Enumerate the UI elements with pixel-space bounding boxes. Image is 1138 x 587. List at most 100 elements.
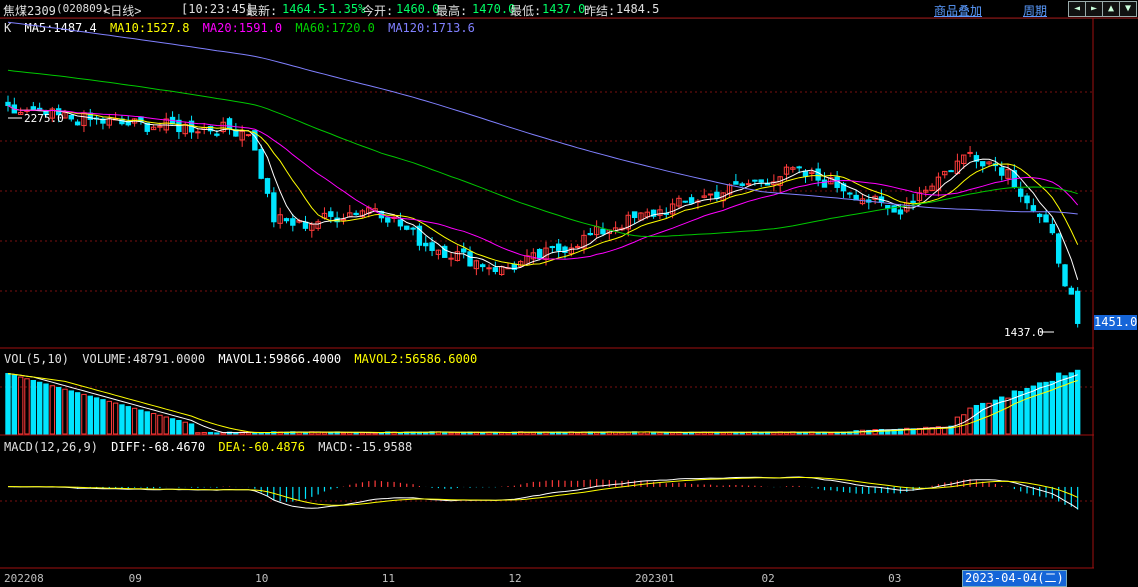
mavol1-line (7, 373, 1078, 434)
ma5-line (7, 105, 1079, 280)
volume-bar (207, 431, 214, 435)
candle (866, 199, 872, 203)
candle (695, 200, 701, 203)
volume-bar (74, 392, 81, 435)
candle (524, 255, 530, 266)
prev-settle-value: 1484.5 (616, 2, 660, 16)
cursor-date-label: 2023-04-04(二) (962, 570, 1067, 587)
candle (967, 151, 973, 154)
volume-bar (1024, 387, 1030, 435)
volume-bar (366, 431, 372, 435)
volume-bar (612, 431, 619, 435)
volume-bar (372, 432, 378, 435)
volume-bar (271, 431, 277, 435)
volume-bar (587, 431, 594, 435)
volume-bar (11, 374, 18, 435)
quote-header: 焦煤2309 (020809) <日线> [10:23:45] 最新: 1464… (0, 0, 1138, 19)
volume-bar (714, 431, 720, 435)
volume-bar (264, 432, 271, 435)
volume-bar (321, 431, 328, 435)
dea-line (8, 477, 1078, 506)
volume-bar (1005, 397, 1011, 435)
kline-chart[interactable]: 20220809101112202301020304 2275.0 1437.0 (0, 0, 1138, 586)
volume-bar (416, 431, 423, 435)
volume-bar (49, 385, 56, 435)
candle (663, 212, 669, 215)
candle (916, 192, 923, 202)
candle (397, 219, 404, 227)
volume-bar (929, 427, 935, 435)
macd-pane (7, 476, 1079, 510)
volume-bar (233, 432, 239, 435)
volume-bar (593, 431, 600, 435)
candle (157, 125, 163, 128)
price-pane (5, 21, 1081, 333)
candle (980, 161, 986, 167)
candle (758, 179, 764, 183)
volume-bar (43, 383, 49, 435)
volume-bar (391, 431, 397, 435)
candle (834, 176, 840, 188)
period-label[interactable]: <日线> (103, 2, 141, 19)
candle (606, 229, 612, 235)
candle (910, 200, 916, 203)
nav-up-icon[interactable]: ▲ (1102, 1, 1120, 17)
volume-bar (277, 431, 283, 435)
candle (847, 192, 853, 195)
volume-bar (967, 407, 973, 435)
volume-bar (796, 431, 802, 435)
volume-bar (290, 431, 296, 435)
volume-bar (435, 431, 442, 435)
legend-ma60: MA60:1720.0 (295, 21, 375, 35)
candle (138, 116, 144, 123)
contract-name: 焦煤2309 (3, 4, 56, 18)
candle (391, 216, 397, 219)
candle (669, 203, 676, 215)
candle (258, 149, 264, 179)
cycle-link[interactable]: 周期 (1023, 2, 1047, 19)
candle (442, 245, 448, 258)
candle (150, 126, 157, 131)
volume-bar (625, 431, 631, 435)
candle (878, 196, 885, 203)
volume-bar (252, 432, 258, 435)
candle (226, 118, 233, 130)
candle (562, 246, 568, 253)
volume-bar (866, 429, 872, 435)
candle (828, 177, 834, 185)
nav-down-icon[interactable]: ▼ (1119, 1, 1137, 17)
volume-bar (125, 406, 131, 435)
candle (644, 211, 650, 218)
candle (245, 134, 252, 137)
candle (119, 118, 125, 125)
candle (872, 195, 878, 200)
overlay-link[interactable]: 商品叠加 (934, 2, 982, 19)
legend-volume: VOLUME:48791.0000 (82, 352, 206, 366)
volume-bar (530, 431, 537, 435)
candle (726, 184, 733, 195)
candle (973, 155, 980, 162)
legend-ma10: MA10:1527.8 (109, 21, 190, 35)
volume-bar (404, 431, 410, 435)
vol-legend: VOL(5,10) VOLUME:48791.0000 MAVOL1:59866… (4, 352, 483, 366)
volume-bar (961, 414, 967, 435)
volume-bar (726, 431, 733, 435)
nav-right-icon[interactable]: ► (1085, 1, 1103, 17)
candle (549, 246, 556, 249)
candle (11, 104, 18, 114)
candle (581, 234, 587, 249)
volume-bar (93, 397, 100, 435)
volume-bar (619, 431, 625, 435)
volume-bar (157, 414, 163, 435)
nav-left-icon[interactable]: ◄ (1068, 1, 1086, 17)
candle (929, 185, 935, 192)
volume-bar (334, 431, 340, 435)
volume-bar (112, 402, 119, 435)
chart-frame (0, 17, 1138, 569)
candle (1043, 214, 1049, 223)
volume-bar (834, 431, 840, 435)
candle (764, 183, 771, 186)
volume-bar (745, 431, 752, 435)
volume-bar (802, 431, 809, 435)
volume-bar (473, 431, 480, 435)
